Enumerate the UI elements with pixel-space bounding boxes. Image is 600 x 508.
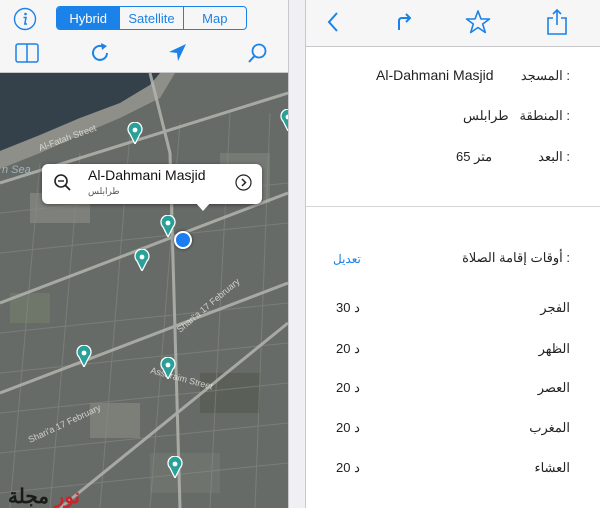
prayer-value: 20 د (336, 460, 360, 475)
map-toolbar: Hybrid Satellite Map (0, 0, 288, 73)
prayer-name: العشاء (534, 460, 570, 475)
prayer-value: 30 د (336, 300, 360, 315)
info-button[interactable] (12, 6, 38, 32)
details-panel: المسجد : Al-Dahmani Masjid المنطقة : طرا… (306, 0, 600, 508)
refresh-button[interactable] (87, 40, 113, 66)
segment-satellite[interactable]: Satellite (119, 7, 182, 29)
panel-divider (288, 0, 306, 508)
details-toolbar (306, 0, 600, 47)
zoom-icon[interactable] (53, 173, 71, 191)
prayer-name: العصر (537, 380, 570, 395)
map-imagery: Al-Fatah Street Shari'a 17 February Assa… (0, 72, 288, 508)
callout-tail (195, 202, 211, 211)
map-panel: Al-Fatah Street Shari'a 17 February Assa… (0, 0, 288, 508)
mosque-pin-icon[interactable] (160, 215, 176, 237)
prayer-name: الظهر (538, 341, 570, 356)
search-icon (248, 43, 267, 63)
edit-button[interactable]: تعديل (333, 252, 361, 266)
forward-arrow-icon (398, 13, 412, 30)
magazine-watermark: نور مجلة (8, 484, 80, 508)
distance-value: 65 متر (456, 149, 493, 164)
mosque-pin-icon[interactable] (127, 122, 143, 144)
location-arrow-icon (169, 44, 186, 61)
prayer-value: 20 د (336, 420, 360, 435)
segment-hybrid[interactable]: Hybrid (57, 7, 120, 29)
directions-button[interactable] (392, 9, 416, 33)
distance-label: البعد : (538, 149, 570, 164)
prayer-name: المغرب (529, 420, 570, 435)
watermark-part1: نور (54, 486, 81, 508)
refresh-icon (92, 43, 108, 61)
mosque-pin-icon[interactable] (160, 357, 176, 379)
share-icon (547, 8, 567, 35)
sea-label: n Sea (2, 164, 31, 176)
locate-button[interactable] (164, 40, 190, 66)
segment-map[interactable]: Map (182, 7, 246, 29)
back-chevron-icon (327, 12, 338, 32)
search-button[interactable] (245, 40, 271, 66)
list-button[interactable] (14, 40, 40, 66)
satellite-map[interactable]: Al-Fatah Street Shari'a 17 February Assa… (0, 72, 288, 508)
prayer-value: 20 د (336, 341, 360, 356)
mosque-value: Al-Dahmani Masjid (376, 67, 494, 83)
callout-title: Al-Dahmani Masjid (88, 167, 206, 183)
region-value: طرابلس (463, 108, 509, 123)
back-button[interactable] (322, 10, 344, 34)
book-icon (15, 43, 39, 63)
region-label: المنطقة : (519, 108, 570, 123)
callout-subtitle: طرابلس (88, 186, 120, 196)
mosque-pin-icon[interactable] (167, 456, 183, 478)
user-location-dot (174, 231, 192, 249)
mosque-pin-icon[interactable] (280, 109, 288, 131)
prayer-name: الفجر (540, 300, 570, 315)
watermark-part2: مجلة (8, 486, 49, 508)
section-divider (306, 206, 600, 207)
mosque-label: المسجد : (520, 68, 570, 83)
prayer-times-label: أوقات إقامة الصلاة : (462, 250, 570, 265)
share-button[interactable] (544, 7, 570, 37)
star-icon (465, 10, 491, 34)
mosque-pin-icon[interactable] (76, 345, 92, 367)
chevron-right-icon[interactable] (235, 174, 252, 191)
map-type-segmented-control: Hybrid Satellite Map (56, 6, 247, 30)
mosque-pin-icon[interactable] (134, 249, 150, 271)
favorite-button[interactable] (464, 8, 492, 36)
map-callout[interactable]: Al-Dahmani Masjid طرابلس (42, 164, 262, 211)
prayer-value: 20 د (336, 380, 360, 395)
info-icon (13, 7, 37, 31)
